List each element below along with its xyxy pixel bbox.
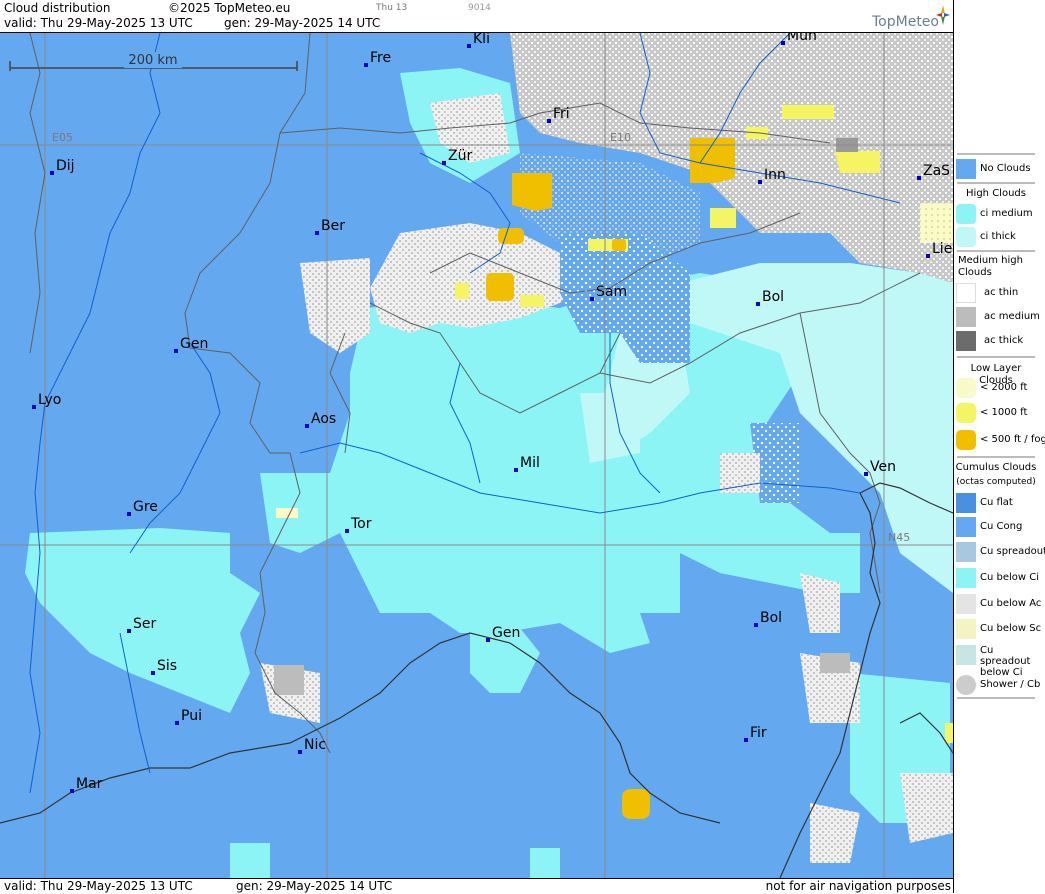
map-title: Cloud distribution — [4, 1, 111, 15]
city-marker — [514, 468, 518, 472]
grid-label-e10: E10 — [610, 131, 631, 144]
compass-star-icon — [936, 5, 950, 25]
city-mun-1: Mun — [781, 33, 817, 45]
grid-label-e05: E05 — [52, 131, 73, 144]
city-label: Fre — [370, 50, 391, 66]
city-label: Mun — [787, 33, 817, 44]
city-label: Mar — [76, 776, 103, 792]
city-label: Tor — [350, 516, 372, 532]
city-label: Ven — [870, 459, 896, 475]
city-marker — [315, 231, 319, 235]
city-marker — [744, 738, 748, 742]
city-sam-10: Sam — [590, 284, 627, 301]
city-marker — [781, 41, 785, 45]
city-label: Fri — [553, 106, 570, 122]
city-marker — [70, 789, 74, 793]
city-marker — [298, 750, 302, 754]
city-marker — [754, 623, 758, 627]
city-marker — [50, 171, 54, 175]
city-marker — [547, 119, 551, 123]
forecast-step: Thu 13 — [376, 3, 408, 13]
city-marker — [175, 721, 179, 725]
disclaimer: not for air navigation purposes — [765, 879, 951, 893]
map-footer: valid: Thu 29-May-2025 13 UTC gen: 29-Ma… — [0, 878, 953, 894]
city-label: Sam — [596, 284, 627, 300]
city-marker — [758, 180, 762, 184]
footer-generated-time: gen: 29-May-2025 14 UTC — [236, 879, 393, 893]
city-marker — [486, 638, 490, 642]
legend-cumulus-heading: Cumulus Clouds — [955, 462, 1037, 473]
city-label: ZaS — [923, 163, 950, 179]
city-label: Lyo — [38, 392, 61, 408]
topmeteo-logo: TopMeteo — [872, 14, 939, 30]
legend-octas-note: (octas computed) — [956, 477, 1036, 487]
valid-time: valid: Thu 29-May-2025 13 UTC — [4, 16, 193, 30]
city-label: Mil — [520, 455, 540, 471]
city-label: Ber — [321, 218, 345, 234]
city-label: Pui — [181, 708, 202, 724]
cloud-map-canvas: 200 km E05 E10 N45 Kli Mun Fre Fri Dij Zür Inn Za… — [0, 33, 953, 878]
legend-panel: No Clouds High Clouds ci medium ci thick… — [953, 0, 1045, 893]
city-marker — [467, 44, 471, 48]
city-marker — [364, 63, 368, 67]
city-label: Gre — [133, 499, 158, 515]
city-label: Kli — [473, 33, 490, 47]
generated-time: gen: 29-May-2025 14 UTC — [224, 16, 381, 30]
city-label: Zür — [448, 148, 472, 164]
city-label: Dij — [56, 158, 75, 174]
city-label: Bol — [762, 289, 784, 305]
city-marker — [151, 671, 155, 675]
city-label: Nic — [304, 737, 326, 753]
city-marker — [32, 405, 36, 409]
city-label: Gen — [180, 336, 208, 352]
city-marker — [174, 349, 178, 353]
city-label: Inn — [764, 167, 786, 183]
city-marker — [127, 512, 131, 516]
city-label: Aos — [311, 411, 336, 427]
city-marker — [756, 302, 760, 306]
city-label: Lie — [932, 241, 952, 257]
city-label: Sis — [157, 658, 177, 674]
city-marker — [442, 161, 446, 165]
city-label: Bol — [760, 610, 782, 626]
legend-medium-high-heading: Medium high Clouds — [958, 255, 1023, 278]
city-marker — [590, 297, 594, 301]
grid-label-n45: N45 — [888, 531, 910, 544]
forecast-code: 9014 — [468, 3, 491, 13]
city-label: Ser — [133, 616, 157, 632]
city-label: Gen — [492, 625, 520, 641]
city-marker — [864, 472, 868, 476]
cloud-map[interactable]: 200 km E05 E10 N45 Kli Mun Fre Fri Dij Zür Inn Za… — [0, 33, 953, 878]
city-marker — [127, 629, 131, 633]
city-gen-20: Gen — [486, 625, 520, 642]
map-header: Cloud distribution ©2025 TopMeteo.eu Thu… — [0, 0, 953, 33]
footer-valid-time: valid: Thu 29-May-2025 13 UTC — [4, 879, 193, 893]
city-marker — [345, 529, 349, 533]
copyright: ©2025 TopMeteo.eu — [168, 1, 291, 15]
city-marker — [917, 176, 921, 180]
city-label: Fir — [750, 725, 767, 741]
city-gen-12: Gen — [174, 336, 208, 353]
scale-label: 200 km — [128, 53, 177, 68]
city-marker — [926, 254, 930, 258]
legend-high-clouds-heading: High Clouds — [966, 188, 1026, 199]
city-marker — [305, 424, 309, 428]
